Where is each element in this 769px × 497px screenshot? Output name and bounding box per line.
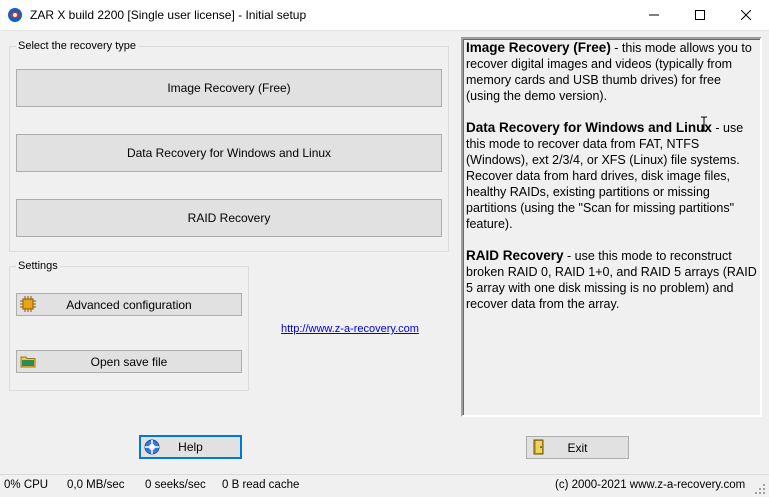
raid-recovery-description-title: RAID Recovery [466, 248, 564, 263]
recovery-type-group-label: Select the recovery type [16, 40, 139, 53]
text-cursor-icon [701, 116, 707, 132]
exit-button[interactable]: Exit [526, 436, 629, 459]
minimize-icon [649, 14, 659, 16]
open-save-file-label: Open save file [90, 354, 168, 369]
image-recovery-description-title: Image Recovery (Free) [466, 40, 611, 55]
help-button[interactable]: Help [139, 435, 242, 459]
data-recovery-description-text: - use this mode to recover data from FAT… [466, 121, 744, 231]
description-panel: Image Recovery (Free) - this mode allows… [461, 37, 762, 417]
raid-recovery-button[interactable]: RAID Recovery [16, 199, 442, 237]
help-label: Help [178, 440, 203, 454]
window-title: ZAR X build 2200 [Single user license] -… [30, 8, 307, 22]
data-recovery-description-title: Data Recovery for Windows and Linux [466, 120, 712, 135]
copyright-status: (c) 2000-2021 www.z-a-recovery.com [555, 479, 746, 491]
data-recovery-description: Data Recovery for Windows and Linux - us… [466, 120, 757, 232]
close-button[interactable] [723, 0, 769, 30]
door-exit-icon [533, 439, 544, 455]
folder-icon [20, 356, 36, 368]
title-bar: ZAR X build 2200 [Single user license] -… [0, 0, 769, 31]
close-icon [741, 10, 751, 20]
website-link[interactable]: http://www.z-a-recovery.com [281, 323, 419, 335]
image-recovery-button[interactable]: Image Recovery (Free) [16, 69, 442, 107]
help-icon [144, 439, 160, 455]
raid-recovery-description: RAID Recovery - use this mode to reconst… [466, 248, 757, 312]
status-bar: 0% CPU 0,0 MB/sec 0 seeks/sec 0 B read c… [0, 474, 769, 497]
advanced-configuration-label: Advanced configuration [66, 297, 192, 312]
seeks-status: 0 seeks/sec [145, 479, 206, 491]
advanced-configuration-button[interactable]: Advanced configuration [16, 293, 242, 316]
cpu-status: 0% CPU [4, 479, 49, 491]
chip-icon [20, 296, 36, 312]
speed-status: 0,0 MB/sec [67, 479, 125, 491]
maximize-icon [695, 10, 705, 20]
data-recovery-button[interactable]: Data Recovery for Windows and Linux [16, 134, 442, 172]
settings-group-label: Settings [16, 260, 60, 273]
image-recovery-description: Image Recovery (Free) - this mode allows… [466, 40, 757, 104]
exit-label: Exit [567, 440, 588, 455]
maximize-button[interactable] [677, 0, 723, 30]
resize-grip-icon[interactable] [754, 483, 766, 495]
minimize-button[interactable] [631, 0, 677, 30]
cache-status: 0 B read cache [222, 479, 300, 491]
zar-logo-icon [8, 8, 22, 22]
open-save-file-button[interactable]: Open save file [16, 350, 242, 373]
